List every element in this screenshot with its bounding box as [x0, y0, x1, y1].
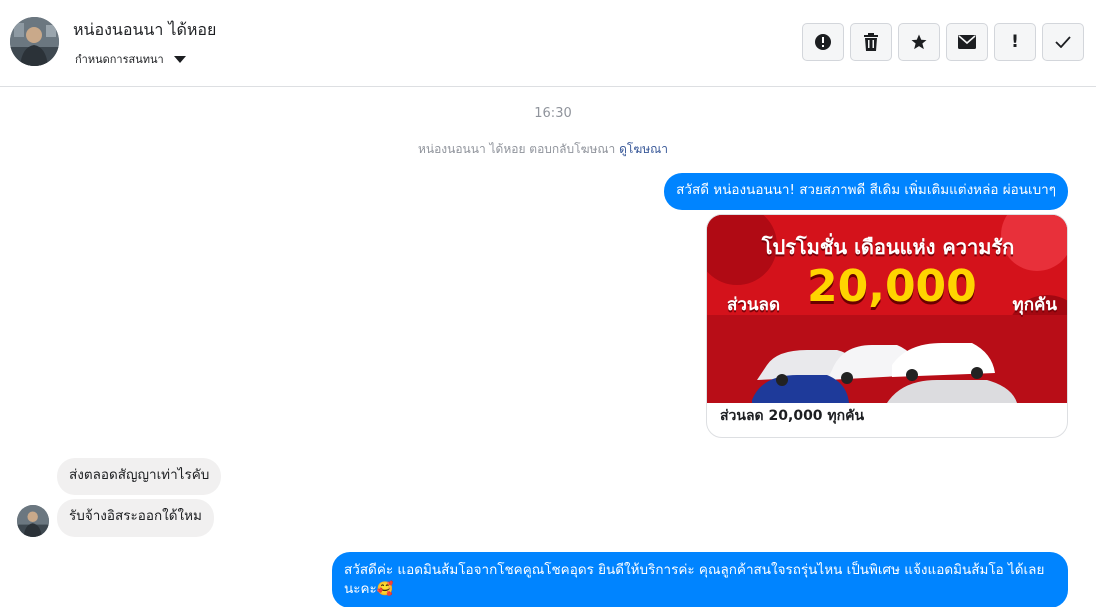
- ad-suffix: ทุกคัน: [1012, 295, 1058, 315]
- ad-prefix: ส่วนลด: [727, 295, 781, 315]
- exclamation-icon: !: [1011, 32, 1019, 52]
- incoming-message[interactable]: ส่งตลอดสัญญาเท่าไรคับ: [57, 458, 222, 495]
- ad-reply-text: หน่องนอนนา ได้หอย ตอบกลับโฆษณา: [417, 142, 616, 156]
- ad-amount: 20,000: [807, 261, 977, 312]
- star-icon: [911, 34, 927, 50]
- mark-spam-button[interactable]: [802, 23, 844, 61]
- alert-circle-icon: [815, 34, 831, 50]
- ad-image: โปรโมชั่น เดือนแห่ง ความรัก ส่วนลด 20,00…: [707, 215, 1067, 403]
- delete-button[interactable]: [850, 23, 892, 61]
- contact-avatar[interactable]: [10, 17, 59, 66]
- conversation-header: หน่องนอนนา ได้หอย กำหนดการสนทนา !: [0, 0, 1096, 87]
- checkmark-icon: [1055, 36, 1071, 48]
- view-ad-link[interactable]: ดูโฆษณา: [619, 142, 668, 156]
- conversation-actions: !: [802, 23, 1084, 61]
- contact-avatar-small[interactable]: [17, 505, 49, 537]
- trash-icon: [864, 33, 878, 51]
- message-timestamp: 16:30: [534, 106, 572, 121]
- contact-name[interactable]: หน่องนอนนา ได้หอย: [73, 18, 216, 43]
- incoming-message[interactable]: รับจ้างอิสระออกใด้ใหม: [57, 499, 214, 537]
- mark-unread-button[interactable]: [946, 23, 988, 61]
- follow-up-button[interactable]: !: [994, 23, 1036, 61]
- ad-headline: โปรโมชั่น เดือนแห่ง ความรัก: [761, 235, 1015, 259]
- conversation-settings-dropdown[interactable]: กำหนดการสนทนา: [75, 50, 186, 68]
- star-button[interactable]: [898, 23, 940, 61]
- ad-caption: ส่วนลด 20,000 ทุกคัน: [720, 408, 865, 424]
- outgoing-message[interactable]: สวัสดีค่ะ แอดมินส้มโอจากโชคคูณโชคอุดร ยิ…: [332, 552, 1068, 607]
- ad-card[interactable]: โปรโมชั่น เดือนแห่ง ความรัก ส่วนลด 20,00…: [706, 214, 1068, 438]
- outgoing-message[interactable]: สวัสดี หน่องนอนนา! สวยสภาพดี สีเดิม เพิ่…: [664, 173, 1068, 210]
- caret-down-icon: [173, 55, 186, 63]
- envelope-icon: [958, 35, 976, 49]
- conversation-settings-label: กำหนดการสนทนา: [75, 53, 164, 66]
- mark-done-button[interactable]: [1042, 23, 1084, 61]
- ad-reply-notice: หน่องนอนนา ได้หอย ตอบกลับโฆษณา ดูโฆษณา: [0, 140, 1086, 159]
